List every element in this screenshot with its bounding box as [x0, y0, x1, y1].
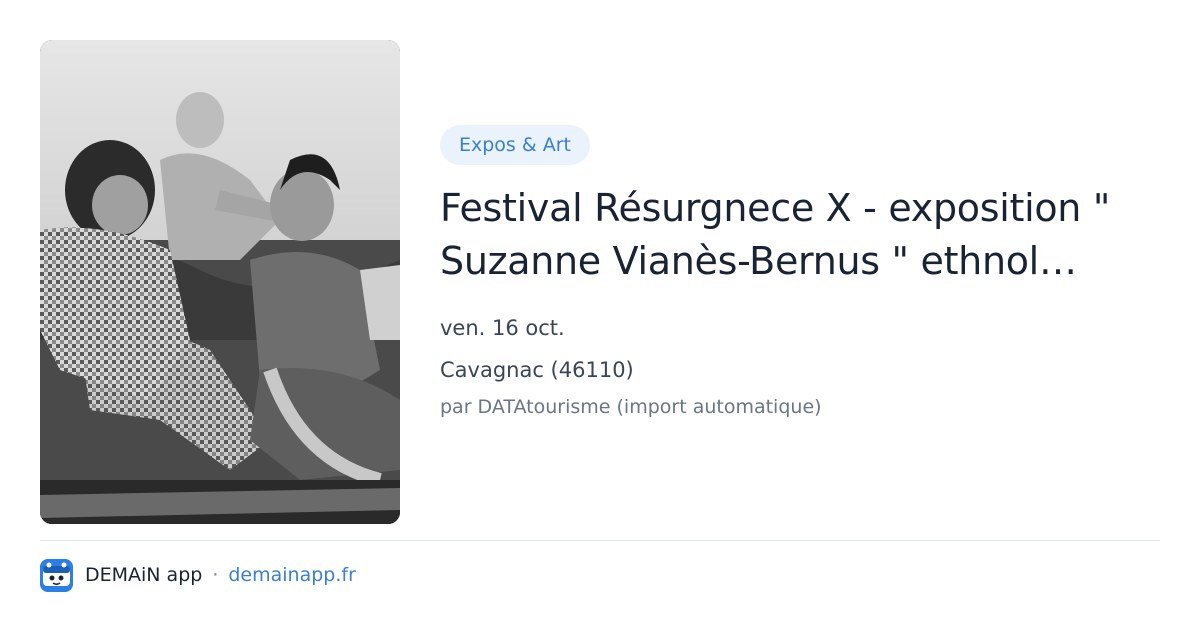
event-title[interactable]: Festival Résurgnece X - exposition " Suz… — [440, 182, 1170, 288]
share-card: Expos & Art Festival Résurgnece X - expo… — [0, 0, 1200, 630]
app-logo-icon — [40, 558, 73, 592]
event-source: par DATAtourisme (import automatique) — [440, 396, 822, 418]
event-photo — [40, 40, 400, 524]
event-details: Expos & Art Festival Résurgnece X - expo… — [440, 125, 1170, 418]
separator-dot: · — [212, 564, 219, 586]
app-domain-link[interactable]: demainapp.fr — [228, 564, 356, 586]
divider — [40, 540, 1160, 541]
event-location: Cavagnac (46110) — [440, 358, 634, 382]
category-tag[interactable]: Expos & Art — [440, 125, 590, 165]
event-date: ven. 16 oct. — [440, 316, 565, 340]
footer: DEMAiN app · demainapp.fr — [40, 558, 356, 592]
app-name[interactable]: DEMAiN app — [85, 564, 202, 586]
